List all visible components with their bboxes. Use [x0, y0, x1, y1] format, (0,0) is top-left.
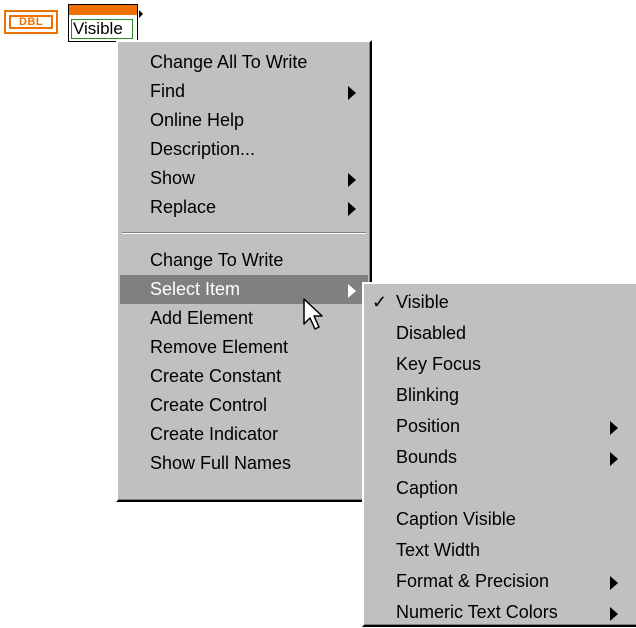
- submenu-item-label: Numeric Text Colors: [396, 602, 558, 622]
- menu-item-show[interactable]: Show: [120, 164, 368, 193]
- submenu-item-label: Position: [396, 416, 461, 436]
- menu-item-label: Select Item: [150, 279, 241, 299]
- property-node-arrow-icon: [139, 10, 143, 18]
- menu-item-online-help[interactable]: Online Help: [120, 106, 368, 135]
- submenu-item-text-width[interactable]: Text Width: [366, 535, 636, 566]
- menu-item-create-control[interactable]: Create Control: [120, 391, 368, 420]
- submenu-item-label: Caption Visible: [396, 509, 516, 529]
- submenu-arrow-icon: [348, 173, 356, 187]
- submenu-item-label: Key Focus: [396, 354, 482, 374]
- mouse-pointer-icon: [303, 298, 323, 330]
- dbl-terminal[interactable]: DBL: [4, 10, 58, 34]
- property-node-header: [69, 5, 137, 15]
- submenu-arrow-icon: [610, 607, 618, 621]
- menu-item-add-element[interactable]: Add Element: [120, 304, 368, 333]
- menu-item-select-item[interactable]: Select Item: [120, 275, 368, 304]
- menu-item-description[interactable]: Description...: [120, 135, 368, 164]
- menu-item-label: Create Control: [150, 395, 268, 415]
- submenu-item-label: Blinking: [396, 385, 460, 405]
- context-menu: Change All To Write Find Online Help Descri…: [116, 40, 372, 502]
- menu-item-change-all-to-write[interactable]: Change All To Write: [120, 48, 368, 77]
- submenu-item-label: Disabled: [396, 323, 467, 343]
- submenu-item-label: Text Width: [396, 540, 481, 560]
- submenu-arrow-icon: [348, 284, 356, 298]
- menu-item-create-constant[interactable]: Create Constant: [120, 362, 368, 391]
- submenu-arrow-icon: [610, 452, 618, 466]
- menu-item-show-full-names[interactable]: Show Full Names: [120, 449, 368, 478]
- menu-separator: [122, 232, 366, 234]
- checkmark-icon: ✓: [372, 292, 388, 312]
- submenu-item-bounds[interactable]: Bounds: [366, 442, 636, 473]
- submenu-item-label: Caption: [396, 478, 459, 498]
- submenu-item-numeric-text-colors[interactable]: Numeric Text Colors: [366, 597, 636, 628]
- menu-item-label: Create Indicator: [150, 424, 279, 444]
- submenu-item-position[interactable]: Position: [366, 411, 636, 442]
- menu-item-change-to-write[interactable]: Change To Write: [120, 246, 368, 275]
- select-item-submenu: ✓ Visible Disabled Key Focus Blinking Positio…: [362, 282, 636, 627]
- submenu-item-visible[interactable]: ✓ Visible: [366, 287, 636, 318]
- menu-item-label: Find: [150, 81, 186, 101]
- submenu-item-label: Visible: [396, 292, 449, 312]
- menu-item-label: Create Constant: [150, 366, 282, 386]
- menu-item-label: Show Full Names: [150, 453, 292, 473]
- submenu-arrow-icon: [348, 202, 356, 216]
- submenu-item-disabled[interactable]: Disabled: [366, 318, 636, 349]
- dbl-terminal-label: DBL: [9, 15, 53, 29]
- submenu-arrow-icon: [610, 576, 618, 590]
- submenu-item-key-focus[interactable]: Key Focus: [366, 349, 636, 380]
- menu-item-find[interactable]: Find: [120, 77, 368, 106]
- submenu-item-label: Format & Precision: [396, 571, 550, 591]
- menu-item-label: Online Help: [150, 110, 245, 130]
- submenu-item-label: Bounds: [396, 447, 458, 467]
- menu-item-label: Remove Element: [150, 337, 289, 357]
- menu-item-remove-element[interactable]: Remove Element: [120, 333, 368, 362]
- submenu-arrow-icon: [348, 86, 356, 100]
- menu-item-label: Change All To Write: [150, 52, 308, 72]
- property-node-item-label: Visible: [73, 19, 123, 38]
- menu-item-label: Add Element: [150, 308, 254, 328]
- property-node[interactable]: Visible: [68, 4, 143, 42]
- menu-item-replace[interactable]: Replace: [120, 193, 368, 222]
- menu-item-label: Replace: [150, 197, 217, 217]
- submenu-item-format-precision[interactable]: Format & Precision: [366, 566, 636, 597]
- submenu-item-caption-visible[interactable]: Caption Visible: [366, 504, 636, 535]
- menu-item-create-indicator[interactable]: Create Indicator: [120, 420, 368, 449]
- submenu-arrow-icon: [610, 421, 618, 435]
- property-node-item[interactable]: Visible: [71, 19, 133, 39]
- menu-item-label: Change To Write: [150, 250, 284, 270]
- menu-item-label: Description...: [150, 139, 256, 159]
- submenu-item-blinking[interactable]: Blinking: [366, 380, 636, 411]
- menu-item-label: Show: [150, 168, 196, 188]
- submenu-item-caption[interactable]: Caption: [366, 473, 636, 504]
